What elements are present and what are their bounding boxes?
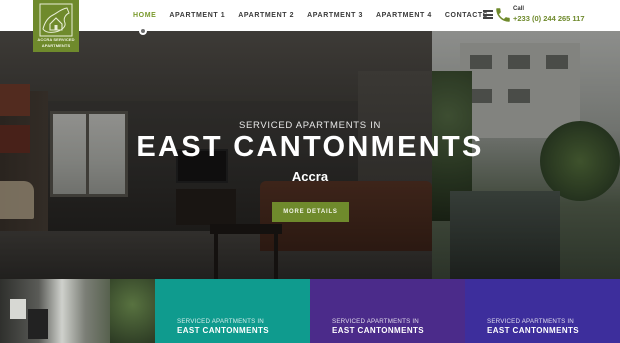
phone-icon: [496, 8, 510, 22]
hero-subtitle: SERVICED APARTMENTS IN: [238, 120, 382, 131]
call-label: Call: [513, 6, 525, 12]
logo-text-line1: ACCRA SERVICED: [37, 37, 75, 42]
hero-banner: SERVICED APARTMENTS IN EAST CANTONMENTS …: [0, 31, 620, 279]
site-logo[interactable]: ACCRA SERVICED APARTMENTS: [33, 0, 79, 52]
nav-item-home[interactable]: HOME: [133, 12, 156, 19]
house-map-icon: [39, 3, 73, 37]
tile-subtitle: SERVICED APARTMENTS IN: [487, 318, 574, 325]
nav-item-apartment-2[interactable]: APARTMENT 2: [238, 12, 294, 19]
nav-item-apartment-3[interactable]: APARTMENT 3: [307, 12, 363, 19]
nav-item-apartment-4[interactable]: APARTMENT 4: [376, 12, 432, 19]
tile-title: EAST CANTONMENTS: [177, 326, 270, 335]
tile-photo-apartment[interactable]: [0, 279, 155, 343]
nav-item-apartment-1[interactable]: APARTMENT 1: [169, 12, 225, 19]
apartment-tile-1[interactable]: SERVICED APARTMENTS IN EAST CANTONMENTS: [155, 279, 310, 343]
apartment-tile-3[interactable]: SERVICED APARTMENTS IN EAST CANTONMENTS: [465, 279, 620, 343]
apartment-tile-2[interactable]: SERVICED APARTMENTS IN EAST CANTONMENTS: [310, 279, 465, 343]
tile-subtitle: SERVICED APARTMENTS IN: [332, 318, 419, 325]
tile-subtitle: SERVICED APARTMENTS IN: [177, 318, 264, 325]
phone-number[interactable]: +233 (0) 244 265 117: [513, 14, 585, 23]
more-details-button[interactable]: MORE DETAILS: [272, 202, 349, 222]
active-nav-indicator: [139, 27, 147, 35]
hero-title: EAST CANTONMENTS: [136, 131, 484, 163]
hero-city: Accra: [291, 169, 329, 184]
main-nav: HOME APARTMENT 1 APARTMENT 2 APARTMENT 3…: [127, 0, 501, 31]
nav-item-contacts[interactable]: CONTACTS: [445, 12, 488, 19]
tile-title: EAST CANTONMENTS: [332, 326, 425, 335]
apartment-tiles: SERVICED APARTMENTS IN EAST CANTONMENTS …: [0, 279, 620, 343]
site-header: ACCRA SERVICED APARTMENTS HOME APARTMENT…: [0, 0, 620, 52]
hamburger-icon[interactable]: [483, 10, 493, 19]
tile-title: EAST CANTONMENTS: [487, 326, 580, 335]
logo-text-line2: APARTMENTS: [41, 42, 71, 48]
